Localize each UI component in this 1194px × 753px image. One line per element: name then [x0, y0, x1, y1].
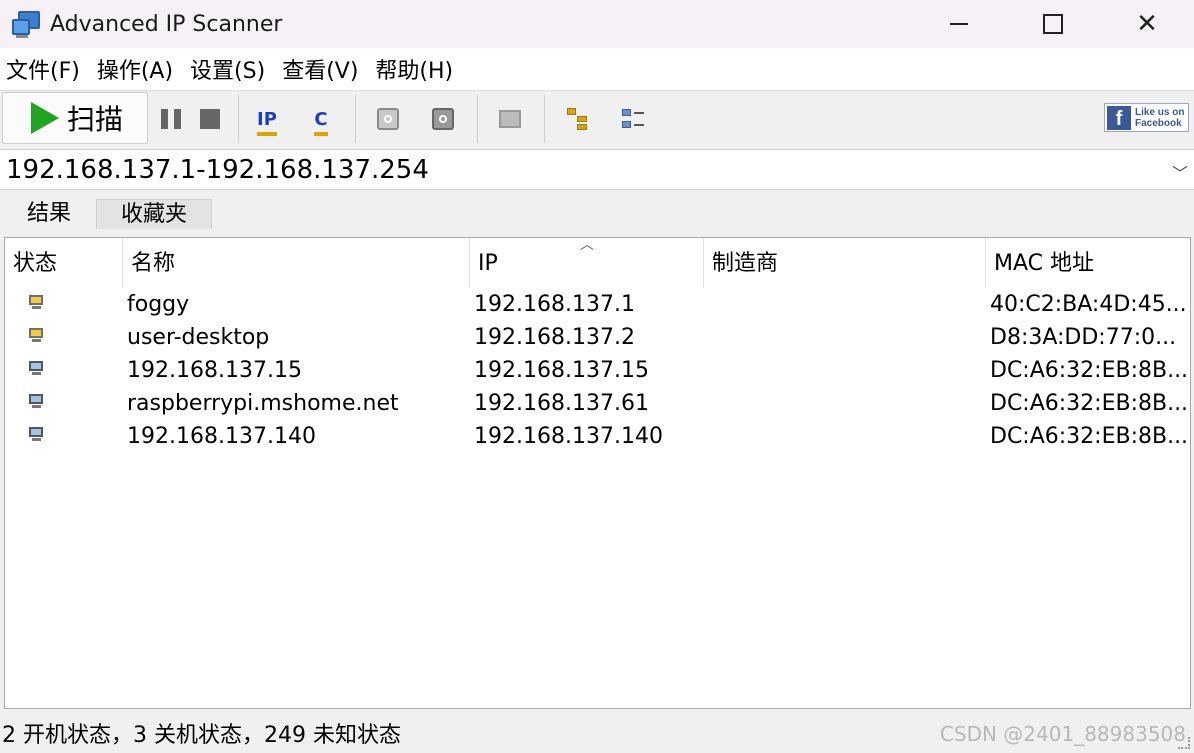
remote-button[interactable] [491, 101, 529, 137]
facebook-icon: f [1107, 105, 1131, 130]
stop-icon [200, 109, 220, 129]
watermark: CSDN @2401_88983508 [939, 722, 1186, 746]
tab-favorites[interactable]: 收藏夹 [96, 199, 212, 229]
power-on-button[interactable] [369, 101, 407, 137]
app-icon [12, 9, 42, 39]
column-header-name[interactable]: 名称 [123, 238, 470, 288]
class-c-icon: C [314, 108, 328, 136]
row-vendor [708, 387, 984, 420]
ip-icon: IP [257, 108, 277, 136]
shutdown-icon [432, 108, 454, 130]
table-row[interactable]: foggy 192.168.137.1 40:C2:BA:4D:45... [5, 288, 1190, 321]
row-mac: DC:A6:32:EB:8B... [990, 358, 1188, 383]
maximize-icon [1043, 14, 1063, 34]
tab-strip: 结果 收藏夹 [0, 191, 1194, 229]
pause-icon [161, 109, 181, 129]
row-mac: 40:C2:BA:4D:45... [990, 292, 1187, 317]
pause-button[interactable] [152, 101, 190, 137]
menu-view[interactable]: 查看(V) [282, 53, 358, 85]
row-name: foggy [127, 292, 190, 317]
computer-offline-icon [29, 427, 45, 442]
row-name: user-desktop [127, 325, 270, 350]
computer-offline-icon [29, 394, 45, 409]
facebook-label: Like us on Facebook [1135, 107, 1184, 129]
column-header-mac[interactable]: MAC 地址 [986, 238, 1190, 288]
tree-collapse-icon [622, 108, 644, 130]
toolbar-separator [544, 95, 545, 143]
minimize-button[interactable] [912, 0, 1006, 48]
column-header-vendor[interactable]: 制造商 [704, 238, 986, 288]
class-c-button[interactable]: C [302, 101, 340, 137]
row-mac: D8:3A:DD:77:0... [990, 325, 1177, 350]
row-ip: 192.168.137.15 [474, 358, 649, 383]
menu-help[interactable]: 帮助(H) [375, 53, 453, 85]
row-vendor [708, 288, 984, 321]
row-vendor [708, 420, 984, 453]
row-ip: 192.168.137.1 [474, 292, 635, 317]
menu-actions[interactable]: 操作(A) [97, 53, 173, 85]
resize-grip-icon[interactable] [1178, 737, 1190, 749]
table-row[interactable]: user-desktop 192.168.137.2 D8:3A:DD:77:0… [5, 321, 1190, 354]
window-controls: ✕ [912, 0, 1194, 48]
maximize-button[interactable] [1006, 0, 1100, 48]
tree-expand-icon [567, 108, 589, 130]
toolbar-separator [355, 95, 356, 143]
computer-offline-icon [29, 361, 45, 376]
ip-range-input[interactable] [6, 154, 1166, 186]
power-off-button[interactable] [424, 101, 462, 137]
toolbar-separator [477, 95, 478, 143]
power-icon [377, 108, 399, 130]
results-list[interactable]: 状态 名称 IP 制造商 MAC 地址 ︿ foggy 192.168.137.… [4, 237, 1191, 709]
window-title: Advanced IP Scanner [50, 11, 283, 37]
minimize-icon [950, 23, 968, 25]
scan-button[interactable]: 扫描 [2, 92, 148, 144]
column-header-status[interactable]: 状态 [5, 238, 123, 288]
play-icon [31, 102, 59, 134]
row-name: raspberrypi.mshome.net [127, 391, 399, 416]
tab-results[interactable]: 结果 [4, 199, 94, 229]
row-name: 192.168.137.140 [127, 424, 316, 449]
facebook-label-line2: Facebook [1135, 117, 1182, 129]
computer-online-icon [29, 328, 45, 343]
menu-settings[interactable]: 设置(S) [190, 53, 265, 85]
stop-button[interactable] [191, 101, 229, 137]
menu-file[interactable]: 文件(F) [6, 53, 80, 85]
row-vendor [708, 354, 984, 387]
scan-button-label: 扫描 [67, 103, 124, 136]
remote-computer-icon [499, 110, 521, 128]
facebook-like-button[interactable]: f Like us on Facebook [1104, 103, 1189, 132]
sort-ascending-icon: ︿ [580, 237, 594, 253]
row-ip: 192.168.137.2 [474, 325, 635, 350]
row-ip: 192.168.137.140 [474, 424, 663, 449]
row-vendor [708, 321, 984, 354]
table-row[interactable]: 192.168.137.140 192.168.137.140 DC:A6:32… [5, 420, 1190, 453]
expand-all-button[interactable] [559, 101, 597, 137]
list-header: 状态 名称 IP 制造商 MAC 地址 ︿ [5, 238, 1190, 288]
toolbar-separator [238, 95, 239, 143]
computer-online-icon [29, 295, 45, 310]
chevron-down-icon[interactable]: ﹀ [1172, 160, 1188, 184]
row-name: 192.168.137.15 [127, 358, 302, 383]
facebook-label-line1: Like us on [1135, 106, 1185, 118]
menu-bar: 文件(F) 操作(A) 设置(S) 查看(V) 帮助(H) [0, 48, 1194, 90]
close-icon: ✕ [1136, 9, 1158, 39]
collapse-all-button[interactable] [614, 101, 652, 137]
close-button[interactable]: ✕ [1100, 0, 1194, 48]
row-ip: 192.168.137.61 [474, 391, 649, 416]
toolbar: 扫描 IP C f Like us on Facebook [0, 90, 1194, 148]
status-text: 2 开机状态，3 关机状态，249 未知状态 [2, 723, 401, 748]
row-mac: DC:A6:32:EB:8B... [990, 391, 1188, 416]
ip-range-bar: ﹀ [0, 149, 1194, 190]
table-row[interactable]: raspberrypi.mshome.net 192.168.137.61 DC… [5, 387, 1190, 420]
ip-range-button[interactable]: IP [248, 101, 286, 137]
title-bar: Advanced IP Scanner ✕ [0, 0, 1194, 48]
table-row[interactable]: 192.168.137.15 192.168.137.15 DC:A6:32:E… [5, 354, 1190, 387]
row-mac: DC:A6:32:EB:8B... [990, 424, 1188, 449]
